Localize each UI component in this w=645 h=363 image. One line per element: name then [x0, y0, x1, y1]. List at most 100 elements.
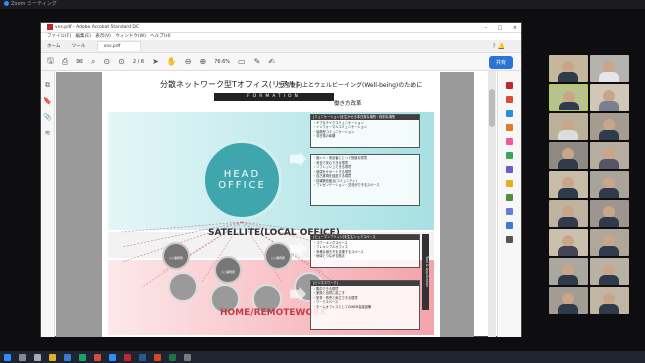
head-office-box-1: [ミュニケーション]を生かせる非日常な場所・特別な場所 ・ギブ＆テイクコミュニケ…: [310, 114, 420, 148]
save-icon[interactable]: 🖫: [47, 55, 54, 69]
comment-icon[interactable]: ▭: [238, 57, 246, 66]
close-button[interactable]: ×: [513, 25, 517, 31]
start-icon[interactable]: [4, 353, 11, 361]
protect-icon[interactable]: [506, 180, 513, 187]
menu-bar: ファイル(F) 編集(E) 表示(V) ウィンドウ(W) ヘルプ(H): [41, 33, 521, 41]
menu-help[interactable]: ヘルプ(H): [150, 34, 170, 39]
task-view-icon[interactable]: [34, 353, 41, 361]
help-icon[interactable]: ? 🔔: [492, 41, 505, 53]
participant-video[interactable]: [590, 229, 629, 256]
tab-home[interactable]: ホーム: [47, 44, 60, 49]
edge-icon[interactable]: [64, 353, 71, 361]
participant-video[interactable]: [549, 113, 588, 140]
window-title: vns.pdf - Adobe Acrobat Standard DC: [55, 25, 140, 30]
more-tools-icon[interactable]: [506, 236, 513, 243]
scroll-thumb[interactable]: [489, 89, 495, 127]
box-line: ・ホームオフィスとしてのWEB会議設備: [313, 304, 372, 309]
bookmark-icon[interactable]: 🔖: [41, 93, 54, 109]
satellite-box: [ヒューマンブリッジ]を生むシェアスペース ・コワーキングスペース ・フレキシブ…: [310, 234, 420, 268]
zoom-title: Zoom ミーティング: [11, 1, 57, 7]
tab-file[interactable]: vns.pdf: [96, 41, 142, 51]
optimize-icon[interactable]: [506, 194, 513, 201]
head-office-box-2: ・働く人・来訪者にとって快適な環境 ・安全で安心できる環境 ・リフレッシュできる…: [310, 154, 420, 206]
word-icon[interactable]: [139, 353, 146, 361]
zoom-title-bar: Zoom ミーティング: [0, 0, 645, 9]
pen-icon[interactable]: ✎: [254, 57, 261, 66]
search-icon[interactable]: ⌕: [91, 57, 95, 67]
page-indicator[interactable]: 2 / 6: [133, 59, 144, 65]
participant-video[interactable]: [549, 258, 588, 285]
head-office-circle: HEAD OFFICE: [202, 140, 282, 220]
minimize-button[interactable]: –: [484, 25, 487, 31]
prev-page-icon[interactable]: ⊙: [103, 57, 110, 66]
powerpoint-icon[interactable]: [154, 353, 161, 361]
menu-view[interactable]: 表示(V): [95, 34, 111, 39]
combine-icon[interactable]: [506, 138, 513, 145]
participant-video[interactable]: [549, 171, 588, 198]
left-navigation-pane: ⧉ 🔖 📎 ≋: [41, 71, 55, 337]
participant-video[interactable]: [590, 258, 629, 285]
participant-video[interactable]: [549, 229, 588, 256]
participant-gallery: [549, 55, 645, 314]
box-line: ・地域とつながる拠点: [313, 254, 345, 258]
participant-video[interactable]: [549, 287, 588, 314]
box-line: ・プレゼンテーション・交流ができるスペース: [313, 183, 380, 187]
redact-icon[interactable]: [506, 166, 513, 173]
document-area: 分散ネットワーク型Tオフィス(リアル) 生産性向上とウェルビーイング(Well-…: [56, 72, 474, 337]
chrome-icon[interactable]: [79, 353, 86, 361]
attachment-icon[interactable]: 📎: [41, 109, 54, 125]
fill-sign-icon[interactable]: [506, 208, 513, 215]
tab-tools[interactable]: ツール: [72, 44, 86, 49]
satellite-node: ○○事務所: [264, 242, 292, 270]
export-pdf-icon[interactable]: [506, 82, 513, 89]
thumbnails-icon[interactable]: ⧉: [41, 77, 54, 93]
right-tools-pane: [497, 71, 521, 337]
vertical-scrollbar[interactable]: [488, 71, 496, 337]
participant-video[interactable]: [549, 200, 588, 227]
zoom-out-icon[interactable]: ⊖: [185, 57, 192, 66]
settings-icon[interactable]: [184, 353, 191, 361]
layers-icon[interactable]: ≋: [41, 125, 54, 141]
participant-video[interactable]: [549, 55, 588, 82]
participant-video[interactable]: [590, 113, 629, 140]
excel-icon[interactable]: [169, 353, 176, 361]
edit-pdf-icon[interactable]: [506, 110, 513, 117]
acrobat-taskbar-icon[interactable]: [124, 353, 131, 361]
app-icon[interactable]: [94, 353, 101, 361]
menu-window[interactable]: ウィンドウ(W): [115, 34, 145, 39]
search-taskbar-icon[interactable]: [19, 353, 26, 361]
comment-tool-icon[interactable]: [506, 124, 513, 131]
organize-icon[interactable]: [506, 152, 513, 159]
share-button[interactable]: 共有: [488, 56, 513, 69]
zoom-in-icon[interactable]: ⊕: [199, 57, 206, 66]
next-page-icon[interactable]: ⊙: [118, 57, 125, 66]
participant-video[interactable]: [590, 200, 629, 227]
participant-video[interactable]: [590, 171, 629, 198]
select-icon[interactable]: ➤: [152, 57, 159, 66]
pdf-page: 分散ネットワーク型Tオフィス(リアル) 生産性向上とウェルビーイング(Well-…: [102, 72, 440, 337]
zoom-taskbar-icon[interactable]: [109, 353, 116, 361]
participant-video-active-speaker[interactable]: [549, 84, 588, 111]
hand-icon[interactable]: ✋: [167, 57, 177, 66]
sign-icon[interactable]: ✍: [268, 57, 275, 66]
file-explorer-icon[interactable]: [49, 353, 56, 361]
send-icon[interactable]: [506, 222, 513, 229]
participant-video[interactable]: [549, 142, 588, 169]
participant-video[interactable]: [590, 55, 629, 82]
windows-taskbar: [0, 351, 645, 363]
box-line: ・非日常の体験: [313, 134, 336, 138]
mail-icon[interactable]: ✉: [76, 57, 83, 66]
print-icon[interactable]: ⎙: [62, 57, 68, 67]
zoom-level[interactable]: 76.6%: [214, 59, 230, 65]
zoom-icon: [4, 1, 9, 6]
menu-edit[interactable]: 編集(E): [76, 34, 91, 39]
acrobat-titlebar: vns.pdf - Adobe Acrobat Standard DC – □ …: [41, 23, 521, 33]
maximize-button[interactable]: □: [497, 25, 502, 31]
create-pdf-icon[interactable]: [506, 96, 513, 103]
participant-video[interactable]: [590, 287, 629, 314]
tool-application-tab: Tool & Application: [422, 234, 429, 310]
participant-video[interactable]: [590, 84, 629, 111]
toolbar: 🖫 ⎙ ✉ ⌕ ⊙ ⊙ 2 / 6 ➤ ✋ ⊖ ⊕ 76.6% ▭ ✎ ✍ 共有: [41, 53, 521, 71]
menu-file[interactable]: ファイル(F): [47, 34, 71, 39]
participant-video[interactable]: [590, 142, 629, 169]
